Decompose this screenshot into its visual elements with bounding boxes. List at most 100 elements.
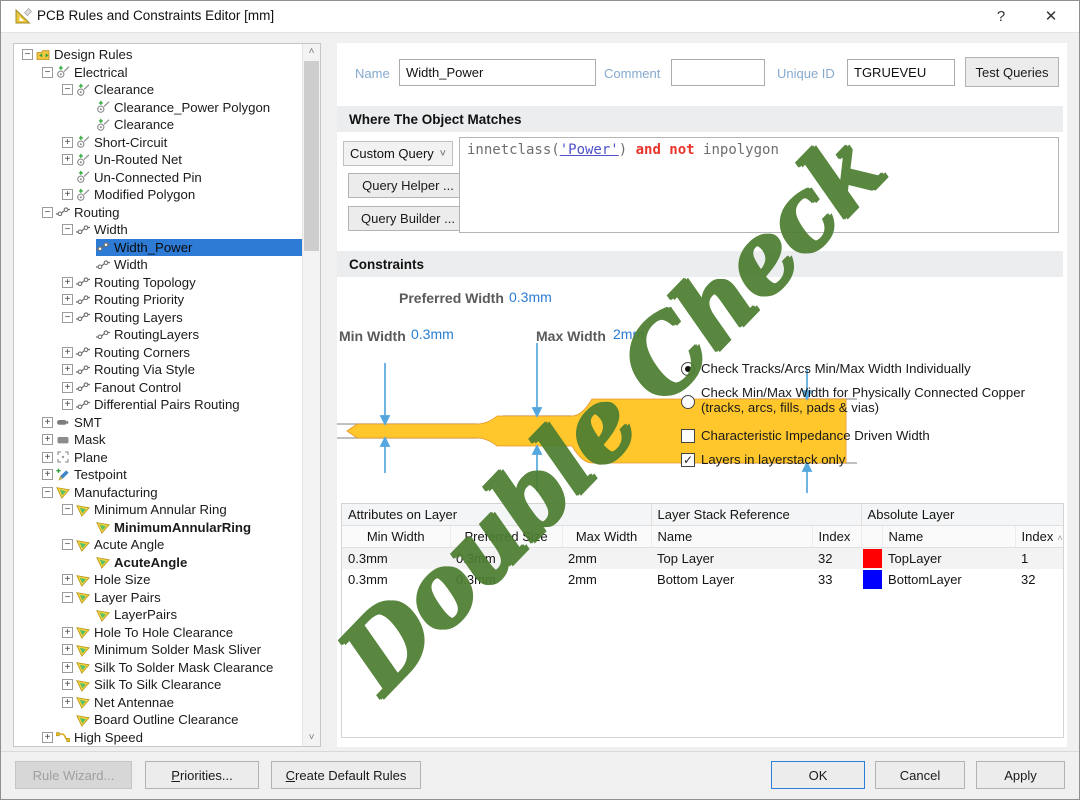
tree-item-routing[interactable]: −Routing — [14, 204, 303, 222]
cell-name[interactable]: TopLayer — [882, 548, 1015, 570]
tree-item-board-outline-clearance[interactable]: Board Outline Clearance — [14, 711, 303, 729]
tree-item-minimum-solder-mask-sliver[interactable]: +Minimum Solder Mask Sliver — [14, 641, 303, 659]
expand-icon[interactable]: + — [62, 697, 73, 708]
help-button[interactable]: ? — [979, 1, 1023, 32]
expand-icon[interactable]: + — [62, 382, 73, 393]
tree-item-routing-topology[interactable]: +Routing Topology — [14, 274, 303, 292]
test-queries-button[interactable]: Test Queries — [965, 57, 1059, 87]
tree-item-routing-corners[interactable]: +Routing Corners — [14, 344, 303, 362]
collapse-icon[interactable]: − — [62, 504, 73, 515]
cell-index[interactable]: 32 — [812, 548, 861, 570]
expand-icon[interactable]: + — [42, 417, 53, 428]
radio-selected-icon[interactable] — [681, 362, 695, 376]
cell-index[interactable]: 33 — [812, 569, 861, 590]
collapse-icon[interactable]: − — [42, 207, 53, 218]
tree-item-width-power[interactable]: Width_Power — [14, 239, 303, 257]
tree-item-clearance-power-polygon[interactable]: Clearance_Power Polygon — [14, 99, 303, 117]
tree-item-routing-layers[interactable]: −Routing Layers — [14, 309, 303, 327]
column-header-name[interactable]: Name — [882, 526, 1015, 548]
priorities-button[interactable]: Priorities... — [145, 761, 259, 789]
expand-icon[interactable]: + — [62, 679, 73, 690]
table-row-bottomlayer[interactable]: 0.3mm0.3mm2mmBottom Layer33BottomLayer32 — [342, 569, 1064, 590]
tree-item-short-circuit[interactable]: +Short-Circuit — [14, 134, 303, 152]
cell-color[interactable] — [861, 548, 882, 570]
query-helper-button[interactable]: Query Helper ... — [348, 173, 468, 198]
tree-item-hole-size[interactable]: +Hole Size — [14, 571, 303, 589]
cell-preferred-size[interactable]: 0.3mm — [450, 548, 562, 570]
cell-index[interactable]: 32 — [1015, 569, 1064, 590]
cancel-button[interactable]: Cancel — [875, 761, 965, 789]
tree-item-net-antennae[interactable]: +Net Antennae — [14, 694, 303, 712]
expand-icon[interactable]: + — [62, 364, 73, 375]
scroll-up-icon[interactable]: ˄ — [303, 44, 320, 60]
cell-name[interactable]: Bottom Layer — [651, 569, 812, 590]
tree-item-manufacturing[interactable]: −Manufacturing — [14, 484, 303, 502]
column-header-min-width[interactable]: Min Width — [342, 526, 450, 548]
tree-item-width[interactable]: Width — [14, 256, 303, 274]
tree-item-smt[interactable]: +SMT — [14, 414, 303, 432]
checkbox-characteristic-impedance-driven-width[interactable]: Characteristic Impedance Driven Width — [681, 428, 1063, 443]
tree-item-routinglayers[interactable]: RoutingLayers — [14, 326, 303, 344]
create-default-rules-button[interactable]: Create Default Rules — [271, 761, 421, 789]
name-input[interactable] — [399, 59, 596, 86]
expand-icon[interactable]: + — [62, 277, 73, 288]
cell-max-width[interactable]: 2mm — [562, 569, 651, 590]
cell-min-width[interactable]: 0.3mm — [342, 548, 450, 570]
tree-item-electrical[interactable]: −Electrical — [14, 64, 303, 82]
cell-name[interactable]: BottomLayer — [882, 569, 1015, 590]
expand-icon[interactable]: + — [42, 434, 53, 445]
tree-item-routing-via-style[interactable]: +Routing Via Style — [14, 361, 303, 379]
collapse-icon[interactable]: − — [62, 592, 73, 603]
expand-icon[interactable]: + — [62, 154, 73, 165]
expand-icon[interactable]: + — [62, 662, 73, 673]
column-header-max-width[interactable]: Max Width — [562, 526, 651, 548]
tree-item-acute-angle[interactable]: −Acute Angle — [14, 536, 303, 554]
min-width-value[interactable]: 0.3mm — [411, 326, 454, 342]
ok-button[interactable]: OK — [771, 761, 865, 789]
cell-color[interactable] — [861, 569, 882, 590]
column-header-preferred-size[interactable]: Preferred Size — [450, 526, 562, 548]
expand-icon[interactable]: + — [62, 294, 73, 305]
layer-color-swatch[interactable] — [863, 570, 882, 589]
collapse-icon[interactable]: − — [62, 84, 73, 95]
expand-icon[interactable]: + — [42, 469, 53, 480]
table-row-toplayer[interactable]: 0.3mm0.3mm2mmTop Layer32TopLayer1 — [342, 548, 1064, 570]
column-header-index[interactable]: Index — [812, 526, 861, 548]
collapse-icon[interactable]: − — [42, 67, 53, 78]
unique-id-input[interactable] — [847, 59, 955, 86]
tree-item-silk-to-solder-mask-clearance[interactable]: +Silk To Solder Mask Clearance — [14, 659, 303, 677]
tree-item-width[interactable]: −Width — [14, 221, 303, 239]
cell-name[interactable]: Top Layer — [651, 548, 812, 570]
query-editor[interactable]: innetclass('Power') and not inpolygon — [459, 137, 1059, 233]
tree-item-testpoint[interactable]: +Testpoint — [14, 466, 303, 484]
tree-item-silk-to-silk-clearance[interactable]: +Silk To Silk Clearance — [14, 676, 303, 694]
expand-icon[interactable]: + — [62, 627, 73, 638]
cell-max-width[interactable]: 2mm — [562, 548, 651, 570]
comment-input[interactable] — [671, 59, 765, 86]
checkbox-checked-icon[interactable]: ✓ — [681, 453, 695, 467]
query-scope-dropdown[interactable]: Custom Query ˅ — [343, 141, 453, 166]
radio-icon[interactable] — [681, 395, 695, 409]
tree-item-un-routed-net[interactable]: +Un-Routed Net — [14, 151, 303, 169]
tree-item-clearance[interactable]: −Clearance — [14, 81, 303, 99]
collapse-icon[interactable]: − — [62, 224, 73, 235]
query-builder-button[interactable]: Query Builder ... — [348, 206, 468, 231]
tree-item-layerpairs[interactable]: LayerPairs — [14, 606, 303, 624]
tree-item-differential-pairs-routing[interactable]: +Differential Pairs Routing — [14, 396, 303, 414]
expand-icon[interactable]: + — [62, 189, 73, 200]
tree-item-modified-polygon[interactable]: +Modified Polygon — [14, 186, 303, 204]
tree-item-design-rules[interactable]: −Design Rules — [14, 46, 303, 64]
column-header-name[interactable]: Name — [651, 526, 812, 548]
tree-item-acuteangle[interactable]: AcuteAngle — [14, 554, 303, 572]
checkbox-layers-in-layerstack-only[interactable]: ✓Layers in layerstack only — [681, 452, 1063, 467]
scrollbar-thumb[interactable] — [304, 61, 319, 251]
tree-item-minimum-annular-ring[interactable]: −Minimum Annular Ring — [14, 501, 303, 519]
apply-button[interactable]: Apply — [976, 761, 1065, 789]
tree-item-plane[interactable]: +Plane — [14, 449, 303, 467]
collapse-icon[interactable]: − — [42, 487, 53, 498]
expand-icon[interactable]: + — [42, 452, 53, 463]
tree-item-mask[interactable]: +Mask — [14, 431, 303, 449]
tree-item-layer-pairs[interactable]: −Layer Pairs — [14, 589, 303, 607]
collapse-icon[interactable]: − — [62, 312, 73, 323]
expand-icon[interactable]: + — [62, 137, 73, 148]
